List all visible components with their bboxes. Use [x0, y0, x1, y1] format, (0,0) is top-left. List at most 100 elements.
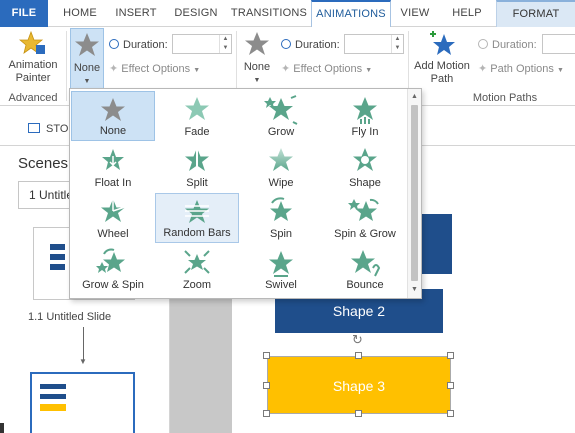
scroll-thumb[interactable]	[411, 105, 418, 281]
animation-gallery-dropdown: None Fade Grow Fly In Float In Split Wip…	[69, 88, 422, 299]
spin-down-icon[interactable]: ▼	[392, 44, 403, 53]
spinner-arrows[interactable]: ▲ ▼	[391, 35, 403, 53]
anim-label: Spin	[269, 228, 293, 240]
exit-none-button[interactable]: None ▼	[240, 28, 274, 89]
resize-handle[interactable]	[447, 352, 454, 359]
story-view-icon	[28, 123, 40, 133]
spin-down-icon[interactable]: ▼	[220, 44, 231, 53]
anim-fade-item[interactable]: Fade	[155, 91, 239, 141]
tab-design[interactable]: DESIGN	[167, 0, 225, 27]
shape-3[interactable]: Shape 3	[267, 356, 451, 414]
duration-row: Duration:	[109, 36, 168, 54]
scroll-up-icon[interactable]: ▲	[408, 91, 421, 103]
spinner-arrows[interactable]: ▲ ▼	[219, 35, 231, 53]
animation-painter-icon	[19, 31, 45, 54]
chevron-down-icon: ▼	[83, 78, 91, 85]
effect-options-button[interactable]: ✦ Effect Options ▼	[281, 60, 372, 78]
scenes-title: Scenes	[18, 155, 69, 172]
anim-label: Fly In	[351, 126, 379, 138]
fly-in-star-icon	[353, 97, 377, 124]
scroll-down-icon[interactable]: ▼	[408, 284, 421, 296]
resize-handle[interactable]	[355, 410, 362, 417]
slide-caption: 1.1 Untitled Slide	[28, 311, 112, 323]
anim-fly-in-item[interactable]: Fly In	[323, 91, 407, 141]
arrow-down-icon	[83, 327, 84, 361]
anim-spin-grow-item[interactable]: Spin & Grow	[323, 193, 407, 243]
grow-spin-star-icon	[96, 248, 125, 273]
resize-handle[interactable]	[447, 410, 454, 417]
tab-insert[interactable]: INSERT	[111, 0, 161, 27]
anim-grow-item[interactable]: Grow	[239, 91, 323, 141]
tab-animations[interactable]: ANIMATIONS	[311, 0, 391, 28]
anim-label: Float In	[94, 177, 132, 189]
duration-spinner[interactable]	[542, 34, 575, 54]
anim-shape-item[interactable]: Shape	[323, 142, 407, 192]
anim-zoom-item[interactable]: Zoom	[155, 244, 239, 294]
rotate-handle-icon[interactable]: ↻	[352, 332, 363, 348]
anim-bounce-item[interactable]: Bounce	[323, 244, 407, 294]
tab-format[interactable]: FORMAT	[496, 0, 575, 27]
split-star-icon	[185, 148, 209, 172]
duration-row: Duration:	[281, 36, 340, 54]
add-motion-path-label: Add Motion Path	[414, 60, 470, 85]
chevron-down-icon: ▼	[193, 67, 201, 74]
spin-up-icon[interactable]: ▲	[392, 35, 403, 44]
star-icon	[245, 32, 269, 55]
anim-label: Shape	[349, 177, 381, 189]
chevron-down-icon: ▼	[253, 77, 261, 84]
slide-thumbnail-selected[interactable]	[30, 372, 135, 433]
path-options-label: Path Options	[490, 63, 554, 75]
tab-home[interactable]: HOME	[55, 0, 105, 27]
anim-label: Swivel	[265, 279, 297, 291]
tab-file[interactable]: FILE	[0, 0, 48, 27]
tab-view[interactable]: VIEW	[393, 0, 437, 27]
path-options-button[interactable]: ✦ Path Options ▼	[478, 60, 564, 78]
shape-star-icon	[353, 148, 377, 171]
grow-star-icon	[264, 95, 298, 125]
animation-painter-button[interactable]: Animation Painter	[5, 31, 61, 89]
duration-label: Duration:	[123, 39, 168, 51]
add-motion-path-button[interactable]: Add Motion Path	[412, 28, 472, 89]
arrow-head-icon: ▼	[79, 357, 87, 366]
effect-options-button[interactable]: ✦ Effect Options ▼	[109, 60, 200, 78]
spin-up-icon[interactable]: ▲	[220, 35, 231, 44]
group-divider	[66, 31, 67, 101]
duration-label: Duration:	[492, 39, 537, 51]
spin-star-icon	[270, 197, 292, 221]
duration-spinner[interactable]: ▲ ▼	[172, 34, 232, 54]
exit-none-label: None	[243, 61, 271, 73]
anim-wipe-item[interactable]: Wipe	[239, 142, 323, 192]
anim-grow-spin-item[interactable]: Grow & Spin	[71, 244, 155, 294]
effect-options-icon: ✦	[109, 63, 119, 75]
anim-label: Wipe	[268, 177, 294, 189]
star-icon	[75, 33, 99, 56]
resize-handle[interactable]	[447, 382, 454, 389]
resize-handle[interactable]	[263, 410, 270, 417]
tab-help[interactable]: HELP	[440, 0, 494, 27]
anim-swivel-item[interactable]: Swivel	[239, 244, 323, 294]
anim-label: Random Bars	[163, 227, 231, 239]
anim-label: Spin & Grow	[334, 228, 396, 240]
gallery-scrollbar[interactable]: ▲ ▼	[407, 89, 421, 298]
zoom-star-icon	[184, 250, 210, 274]
none-star-icon	[101, 98, 125, 121]
anim-wheel-item[interactable]: Wheel	[71, 193, 155, 243]
animation-painter-label: Animation Painter	[8, 59, 58, 84]
entrance-none-button[interactable]: None ▼	[70, 28, 104, 89]
anim-label: Grow	[267, 126, 295, 138]
anim-float-in-item[interactable]: Float In	[71, 142, 155, 192]
motion-path-star-icon	[430, 31, 455, 55]
anim-random-bars-item[interactable]: Random Bars	[155, 193, 239, 243]
duration-spinner[interactable]: ▲ ▼	[344, 34, 404, 54]
anim-spin-item[interactable]: Spin	[239, 193, 323, 243]
resize-handle[interactable]	[355, 352, 362, 359]
anim-none-item[interactable]: None	[71, 91, 155, 141]
resize-handle[interactable]	[263, 352, 270, 359]
wipe-star-icon	[269, 148, 293, 171]
tab-transitions[interactable]: TRANSITIONS	[229, 0, 309, 27]
anim-split-item[interactable]: Split	[155, 142, 239, 192]
anim-label: Bounce	[346, 279, 384, 291]
small-indicator	[0, 423, 4, 433]
resize-handle[interactable]	[263, 382, 270, 389]
chevron-down-icon: ▼	[365, 67, 373, 74]
